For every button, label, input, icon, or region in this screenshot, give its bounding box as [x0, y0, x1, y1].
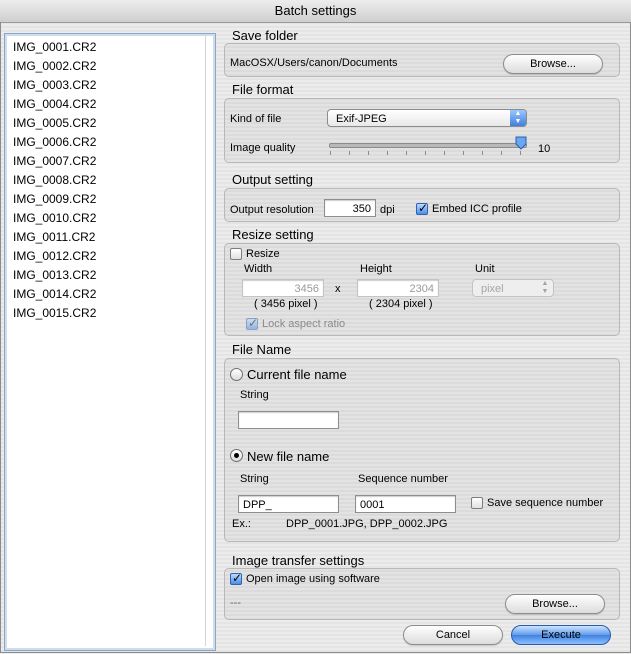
new-string-label: String: [240, 473, 269, 485]
save-folder-browse-button[interactable]: Browse...: [503, 54, 603, 74]
open-image-label: Open image using software: [246, 573, 380, 585]
file-list-item[interactable]: IMG_0014.CR2: [13, 285, 96, 304]
output-setting-heading: Output setting: [232, 172, 313, 187]
slider-track: [329, 143, 527, 148]
file-list-item[interactable]: IMG_0002.CR2: [13, 57, 96, 76]
title-bar[interactable]: Batch settings: [0, 0, 631, 23]
width-label: Width: [244, 263, 273, 275]
embed-icc-checkbox[interactable]: [416, 201, 428, 215]
file-list-item[interactable]: IMG_0005.CR2: [13, 114, 96, 133]
slider-thumb-icon[interactable]: [515, 136, 527, 150]
slider-tick: [463, 151, 464, 155]
file-list-item[interactable]: IMG_0007.CR2: [13, 152, 96, 171]
unit-select[interactable]: pixel ▲ ▼: [472, 279, 554, 297]
height-label: Height: [360, 263, 392, 275]
dimension-times-label: x: [335, 283, 341, 295]
embed-icc-label: Embed ICC profile: [432, 203, 522, 215]
file-list-item[interactable]: IMG_0008.CR2: [13, 171, 96, 190]
file-list-item[interactable]: IMG_0010.CR2: [13, 209, 96, 228]
save-folder-path: MacOSX/Users/canon/Documents: [230, 57, 398, 69]
file-list-item[interactable]: IMG_0004.CR2: [13, 95, 96, 114]
slider-tick: [387, 151, 388, 155]
save-sequence-number-checkbox[interactable]: [471, 497, 483, 509]
current-file-name-radio[interactable]: [230, 368, 243, 381]
kind-of-file-label: Kind of file: [230, 113, 282, 125]
lock-aspect-ratio-label: Lock aspect ratio: [262, 318, 346, 330]
slider-tick: [368, 151, 369, 155]
unit-label: Unit: [475, 263, 495, 275]
save-sequence-number-label: Save sequence number: [487, 497, 604, 509]
slider-tick: [482, 151, 483, 155]
file-list-item[interactable]: IMG_0006.CR2: [13, 133, 96, 152]
file-list-viewport: IMG_0001.CR2 IMG_0002.CR2 IMG_0003.CR2 I…: [7, 36, 206, 646]
output-resolution-label: Output resolution: [230, 204, 314, 216]
height-pixel-label: ( 2304 pixel ): [369, 298, 433, 310]
software-path: ---: [230, 597, 241, 609]
sequence-number-label: Sequence number: [358, 473, 448, 485]
resize-checkbox[interactable]: [230, 248, 242, 260]
window-title: Batch settings: [274, 3, 357, 18]
slider-tick: [330, 151, 331, 155]
file-list-item[interactable]: IMG_0003.CR2: [13, 76, 96, 95]
save-folder-heading: Save folder: [232, 28, 298, 43]
slider-tick: [444, 151, 445, 155]
select-arrows-icon: ▲ ▼: [541, 280, 549, 295]
image-quality-slider[interactable]: [329, 136, 529, 158]
new-file-name-radio[interactable]: [230, 449, 243, 462]
file-format-heading: File format: [232, 82, 294, 97]
file-list-item[interactable]: IMG_0012.CR2: [13, 247, 96, 266]
new-string-input[interactable]: DPP_: [238, 495, 339, 513]
sequence-number-input[interactable]: 0001: [355, 495, 456, 513]
slider-tick: [520, 151, 521, 155]
output-resolution-input[interactable]: 350: [324, 199, 376, 217]
kind-of-file-select[interactable]: Exif-JPEG ▲ ▼: [327, 109, 527, 127]
height-input[interactable]: 2304: [357, 279, 439, 297]
output-resolution-unit: dpi: [380, 204, 395, 216]
example-value: DPP_0001.JPG, DPP_0002.JPG: [286, 518, 448, 530]
execute-button[interactable]: Execute: [511, 625, 611, 645]
new-file-name-label: New file name: [247, 449, 330, 464]
file-list-item[interactable]: IMG_0013.CR2: [13, 266, 96, 285]
width-pixel-label: ( 3456 pixel ): [254, 298, 318, 310]
file-name-heading: File Name: [232, 342, 292, 357]
slider-tick: [406, 151, 407, 155]
image-quality-value: 10: [538, 143, 551, 155]
slider-tick: [501, 151, 502, 155]
image-quality-label: Image quality: [230, 142, 296, 154]
file-list-item[interactable]: IMG_0015.CR2: [13, 304, 96, 323]
cancel-button[interactable]: Cancel: [403, 625, 503, 645]
resize-label: Resize: [246, 248, 280, 260]
file-list-item[interactable]: IMG_0009.CR2: [13, 190, 96, 209]
example-label: Ex.:: [232, 518, 251, 530]
current-file-name-label: Current file name: [247, 367, 347, 382]
kind-of-file-value: Exif-JPEG: [336, 113, 387, 125]
slider-tick: [349, 151, 350, 155]
image-transfer-heading: Image transfer settings: [232, 553, 365, 568]
current-string-input[interactable]: [238, 411, 339, 429]
current-string-label: String: [240, 389, 269, 401]
file-list[interactable]: IMG_0001.CR2 IMG_0002.CR2 IMG_0003.CR2 I…: [4, 33, 216, 651]
file-list-item[interactable]: IMG_0001.CR2: [13, 38, 96, 57]
slider-tick: [425, 151, 426, 155]
lock-aspect-ratio-checkbox[interactable]: [246, 316, 258, 330]
unit-value: pixel: [481, 283, 504, 295]
select-arrows-icon: ▲ ▼: [510, 110, 526, 126]
open-image-checkbox[interactable]: [230, 571, 242, 585]
resize-setting-heading: Resize setting: [232, 227, 314, 242]
file-list-item[interactable]: IMG_0011.CR2: [13, 228, 95, 247]
image-transfer-browse-button[interactable]: Browse...: [505, 594, 605, 614]
width-input[interactable]: 3456: [242, 279, 324, 297]
